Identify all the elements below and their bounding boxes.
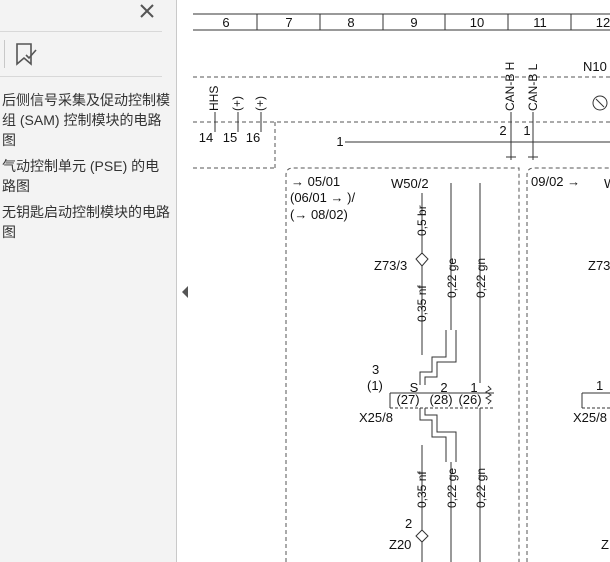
pin-signal: (+) bbox=[230, 96, 244, 111]
wire-group-label: W bbox=[604, 176, 610, 191]
connector-body bbox=[581, 392, 610, 409]
page-reference: (06/01 → )/ bbox=[290, 190, 355, 205]
pin-number: 14 bbox=[199, 130, 213, 145]
connector-pin: (28) bbox=[429, 392, 452, 407]
page-reference: → 05/01 bbox=[291, 174, 340, 189]
panel-splitter[interactable] bbox=[176, 0, 177, 562]
pin-number: 16 bbox=[246, 130, 260, 145]
collapse-panel-button[interactable] bbox=[178, 283, 192, 301]
shield-symbol bbox=[485, 385, 492, 405]
module-symbol bbox=[592, 95, 608, 111]
bookmark-panel: 后侧信号采集及促动控制模组 (SAM) 控制模块的电路图 气动控制单元 (PSE… bbox=[0, 0, 176, 562]
column-number: 6 bbox=[222, 15, 229, 30]
connector-pin: (1) bbox=[367, 378, 383, 393]
bookmark-button[interactable] bbox=[13, 42, 39, 68]
close-icon bbox=[140, 4, 154, 18]
module-label: N10 bbox=[583, 59, 607, 74]
splice-node bbox=[415, 252, 429, 267]
page-reference: (→ 08/02) bbox=[290, 207, 348, 222]
pin-signal: CAN-B H bbox=[503, 62, 517, 111]
pin-signal: CAN-B L bbox=[526, 63, 540, 111]
toolbar-separator bbox=[4, 40, 5, 68]
wiring-diagram: 6 7 8 9 10 11 12 N10 HHS (+) (+) 14 15 1… bbox=[193, 13, 610, 562]
wire-label: 0,22 gn bbox=[474, 258, 488, 298]
splice-label: Z73 bbox=[588, 258, 610, 273]
connector-pin: (26) bbox=[458, 392, 481, 407]
panel-divider bbox=[0, 31, 162, 32]
bookmark-item[interactable]: 后侧信号采集及促动控制模组 (SAM) 控制模块的电路图 bbox=[2, 90, 172, 150]
column-number: 7 bbox=[285, 15, 292, 30]
ground-splice-node bbox=[415, 529, 429, 543]
column-number: 8 bbox=[347, 15, 354, 30]
close-panel-button[interactable] bbox=[136, 0, 158, 22]
ground-splice-label: Z20 bbox=[389, 537, 411, 552]
bookmark-item[interactable]: 气动控制单元 (PSE) 的电路图 bbox=[2, 156, 172, 196]
connector-pin: (27) bbox=[396, 392, 419, 407]
page-reference: 09/02 → bbox=[531, 174, 580, 189]
bus-pin: 1 bbox=[336, 134, 343, 149]
bookmark-icon bbox=[16, 43, 37, 66]
column-number: 11 bbox=[533, 15, 547, 30]
pin-number: 1 bbox=[523, 123, 530, 138]
bookmark-item[interactable]: 无钥匙启动控制模块的电路图 bbox=[2, 202, 172, 242]
connector-label: X25/8 bbox=[359, 410, 393, 425]
pin-number: 2 bbox=[499, 123, 506, 138]
column-number: 9 bbox=[410, 15, 417, 30]
collapse-left-icon bbox=[182, 286, 188, 298]
wire-label: 0,35 nf bbox=[415, 471, 429, 508]
wire-label: 0,22 gn bbox=[474, 468, 488, 508]
module-boundary bbox=[193, 76, 610, 169]
pin-number: 15 bbox=[223, 130, 237, 145]
column-ruler bbox=[193, 13, 610, 31]
splice-label: Z73/3 bbox=[374, 258, 407, 273]
document-page: 6 7 8 9 10 11 12 N10 HHS (+) (+) 14 15 1… bbox=[193, 0, 610, 562]
column-number: 10 bbox=[470, 15, 484, 30]
wire-label: 0,5 br bbox=[415, 205, 429, 236]
ground-pin: 2 bbox=[405, 516, 412, 531]
wire-label: 0,22 ge bbox=[445, 258, 459, 298]
pin-signal: HHS bbox=[207, 86, 221, 111]
splice-label: Z bbox=[601, 537, 609, 552]
connector-pin: 3 bbox=[372, 362, 379, 377]
can-pin-group bbox=[506, 112, 538, 160]
panel-divider bbox=[0, 76, 162, 77]
connector-label: X25/8 bbox=[573, 410, 607, 425]
wire-label: 0,35 nf bbox=[415, 285, 429, 322]
connector-pin: 1 bbox=[596, 378, 603, 393]
column-number: 12 bbox=[596, 15, 610, 30]
wire-group-label: W50/2 bbox=[391, 176, 429, 191]
wire-label: 0,22 ge bbox=[445, 468, 459, 508]
pin-signal: (+) bbox=[253, 96, 267, 111]
